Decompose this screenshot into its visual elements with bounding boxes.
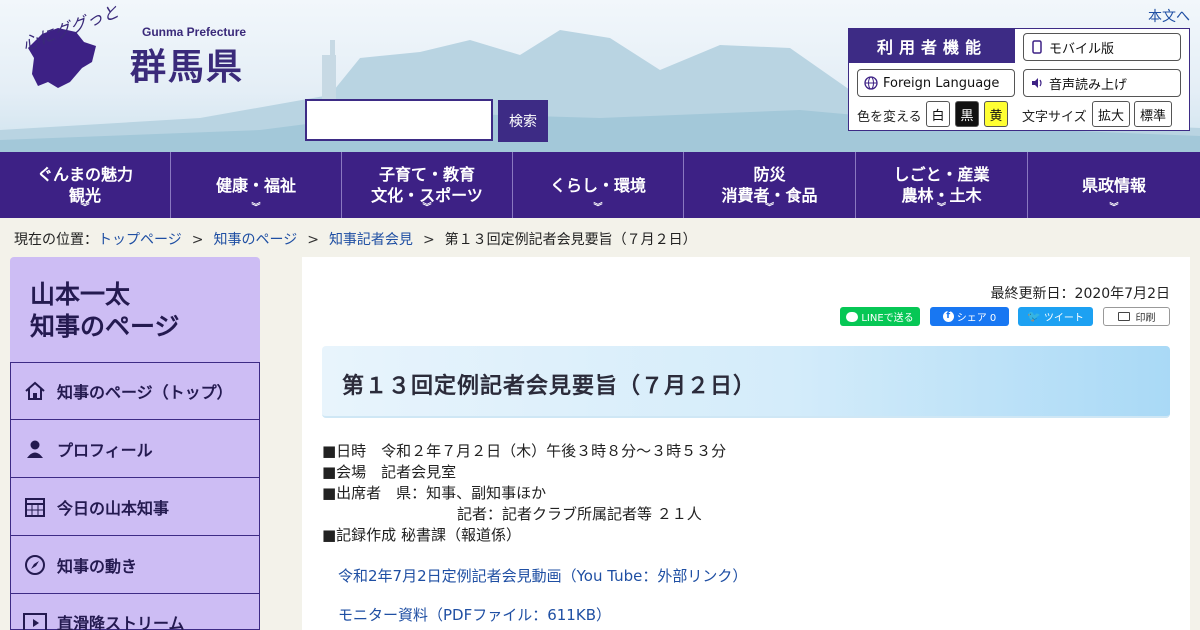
- tweet-button[interactable]: 🐦 ツイート: [1018, 307, 1093, 326]
- chevron-down-icon: ︾: [1109, 203, 1119, 213]
- font-size-large-button[interactable]: 拡大: [1092, 101, 1130, 127]
- main-content: 最終更新日：2020年7月2日 LINEで送る f シェア 0 🐦 ツイート 印…: [302, 257, 1190, 630]
- accessibility-panel: 利用者機能 モバイル版 Foreign Language 音声読み上げ 色を変え…: [848, 28, 1190, 131]
- sidebar-item-label: 知事の動き: [57, 556, 138, 576]
- sidebar-item-activities[interactable]: 知事の動き: [10, 536, 260, 594]
- nav-item-health[interactable]: 健康・福祉 ︾: [171, 152, 342, 218]
- chevron-down-icon: ︾: [80, 203, 90, 213]
- facebook-share-label: シェア 0: [956, 313, 997, 324]
- foreign-language-label: Foreign Language: [883, 75, 1000, 91]
- site-header: 心にググっと Gunma Prefecture 群馬県 本文へ 検索 利用者機能…: [0, 0, 1200, 152]
- breadcrumb-label: 現在の位置：: [14, 232, 98, 248]
- last-updated: 最終更新日：2020年7月2日: [990, 286, 1170, 302]
- breadcrumb-link[interactable]: 知事記者会見: [329, 232, 413, 248]
- voice-reading-button[interactable]: 音声読み上げ: [1023, 69, 1181, 97]
- sidebar-title: 山本一太 知事のページ: [30, 280, 180, 341]
- search-button[interactable]: 検索: [498, 100, 548, 142]
- sidebar-item-stream[interactable]: 直滑降ストリーム: [10, 594, 260, 630]
- sidebar-item-label: 知事のページ（トップ）: [57, 383, 233, 402]
- mobile-version-label: モバイル版: [1049, 41, 1115, 57]
- facebook-share-button[interactable]: f シェア 0: [930, 307, 1009, 326]
- color-black-button[interactable]: 黒: [955, 101, 979, 127]
- detail-line: ■出席者 県：知事、副知事ほか: [322, 484, 547, 502]
- sidebar-header: 山本一太 知事のページ: [10, 257, 260, 362]
- tweet-label: ツイート: [1043, 313, 1084, 324]
- line-share-button[interactable]: LINEで送る: [840, 307, 920, 326]
- sidebar-item-top[interactable]: 知事のページ（トップ）: [10, 362, 260, 420]
- line-share-label: LINEで送る: [861, 313, 914, 324]
- breadcrumb-link[interactable]: 知事のページ: [213, 232, 297, 248]
- globe-icon: [864, 76, 878, 90]
- color-change-label: 色を変える: [857, 110, 922, 125]
- detail-line: ■記録作成 秘書課（報道係）: [322, 526, 521, 544]
- nav-item-disaster[interactable]: 防災 消費者・食品 ︾: [684, 152, 856, 218]
- color-yellow-button[interactable]: 黄: [984, 101, 1008, 127]
- video-link[interactable]: 令和2年7月2日定例記者会見動画（You Tube：外部リンク）: [338, 565, 747, 586]
- sidebar-item-label: プロフィール: [57, 440, 153, 460]
- chevron-down-icon: ︾: [251, 203, 261, 213]
- compass-icon: [23, 553, 47, 577]
- nav-label: 県政情報: [1081, 175, 1146, 195]
- breadcrumb-separator: >: [191, 232, 204, 248]
- detail-line: ■日時 令和２年７月２日（木）午後３時８分～３時５３分: [322, 442, 727, 460]
- video-icon: [23, 610, 47, 630]
- pdf-link[interactable]: モニター資料（PDFファイル：611KB）: [338, 604, 611, 625]
- line-icon: [846, 311, 859, 322]
- print-button[interactable]: 印刷: [1103, 307, 1170, 326]
- meeting-details: ■日時 令和２年７月２日（木）午後３時８分～３時５３分 ■会場 記者会見室 ■出席者…: [322, 441, 726, 546]
- color-white-button[interactable]: 白: [926, 101, 950, 127]
- global-nav: ぐんまの魅力 観光 ︾ 健康・福祉 ︾ 子育て・教育 文化・スポーツ ︾ くらし…: [0, 152, 1200, 218]
- breadcrumb-separator: >: [422, 232, 435, 248]
- chevron-down-icon: ︾: [422, 203, 432, 213]
- foreign-language-button[interactable]: Foreign Language: [857, 69, 1015, 97]
- mobile-version-button[interactable]: モバイル版: [1023, 33, 1181, 61]
- facebook-icon: f: [942, 311, 954, 322]
- accessibility-title: 利用者機能: [849, 29, 1015, 63]
- nav-item-education[interactable]: 子育て・教育 文化・スポーツ ︾: [342, 152, 513, 218]
- nav-item-attractions[interactable]: ぐんまの魅力 観光 ︾: [0, 152, 171, 218]
- nav-label: ぐんまの魅力: [36, 165, 133, 184]
- mobile-icon: [1030, 40, 1044, 54]
- breadcrumb-separator: >: [307, 232, 319, 248]
- nav-item-government[interactable]: 県政情報 ︾: [1028, 152, 1200, 218]
- home-icon: [23, 379, 47, 403]
- detail-line: 記者：記者クラブ所属記者等 ２１人: [322, 505, 702, 523]
- twitter-icon: 🐦: [1027, 310, 1041, 323]
- sidebar-item-label: 今日の山本知事: [57, 498, 170, 518]
- logo-english: Gunma Prefecture: [142, 25, 247, 39]
- search-input[interactable]: [305, 99, 493, 141]
- printer-icon: [1117, 312, 1130, 321]
- nav-label: しごと・産業: [893, 165, 990, 184]
- chevron-down-icon: ︾: [936, 203, 947, 213]
- page-title-band: 第１３回定例記者会見要旨（７月２日）: [322, 346, 1170, 418]
- print-label: 印刷: [1135, 313, 1156, 324]
- nav-item-work[interactable]: しごと・産業 農林・土木 ︾: [856, 152, 1028, 218]
- nav-label: 子育て・教育: [378, 165, 475, 184]
- breadcrumb: 現在の位置：トップページ > 知事のページ > 知事記者会見 > 第１３回定例記者会見要旨（…: [14, 229, 697, 249]
- site-logo[interactable]: 心にググっと Gunma Prefecture 群馬県: [18, 2, 258, 94]
- skip-to-content-link[interactable]: 本文へ: [1148, 6, 1190, 26]
- sidebar-item-today[interactable]: 今日の山本知事: [10, 478, 260, 536]
- chevron-down-icon: ︾: [593, 203, 603, 213]
- nav-label: 防災: [753, 165, 786, 184]
- voice-reading-label: 音声読み上げ: [1049, 77, 1128, 93]
- calendar-icon: [23, 495, 47, 519]
- page-title: 第１３回定例記者会見要旨（７月２日）: [342, 374, 757, 399]
- sidebar-item-label: 直滑降ストリーム: [57, 614, 185, 630]
- person-icon: [23, 437, 47, 461]
- sidebar-item-profile[interactable]: プロフィール: [10, 420, 260, 478]
- nav-item-living[interactable]: くらし・環境 ︾: [513, 152, 684, 218]
- detail-line: ■会場 記者会見室: [322, 463, 457, 481]
- font-size-label: 文字サイズ: [1022, 110, 1087, 125]
- nav-label: くらし・環境: [549, 175, 646, 195]
- nav-label: 健康・福祉: [215, 175, 296, 195]
- logo-japanese: 群馬県: [130, 47, 245, 88]
- chevron-down-icon: ︾: [764, 203, 775, 213]
- font-size-normal-button[interactable]: 標準: [1134, 101, 1172, 127]
- breadcrumb-link[interactable]: トップページ: [98, 232, 182, 248]
- speaker-icon: [1030, 76, 1044, 90]
- breadcrumb-current: 第１３回定例記者会見要旨（７月２日）: [444, 232, 697, 248]
